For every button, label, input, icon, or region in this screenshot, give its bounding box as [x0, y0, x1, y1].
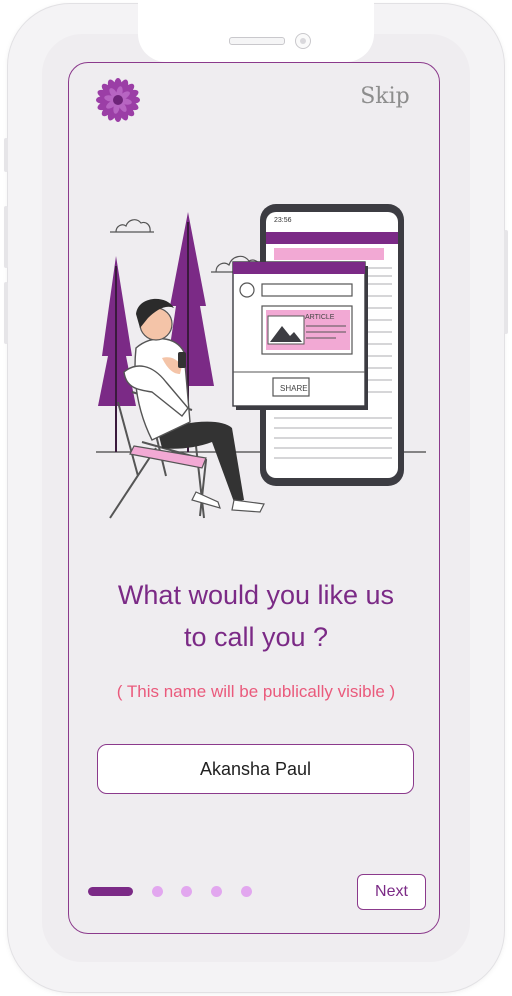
page-dot[interactable]	[152, 886, 163, 897]
title-line: to call you ?	[183, 622, 329, 652]
article-share-card: ARTICLE SHARE	[232, 261, 368, 410]
title-line: What would you like us	[117, 580, 395, 610]
speaker-grille	[229, 37, 285, 45]
onboarding-illustration: 23:56 ARTICLE SHARE	[96, 204, 426, 519]
purple-flower-icon	[96, 78, 140, 122]
share-label: SHARE	[280, 384, 308, 393]
phone-side-button	[4, 138, 8, 172]
phone-time: 23:56	[274, 217, 292, 224]
page-dot[interactable]	[211, 886, 222, 897]
page-dot-active	[88, 887, 133, 896]
page-dot[interactable]	[241, 886, 252, 897]
phone-side-button	[504, 230, 508, 334]
skip-button[interactable]: Skip	[350, 84, 420, 109]
next-button[interactable]: Next	[357, 874, 426, 910]
page-dot[interactable]	[181, 886, 192, 897]
name-input[interactable]	[97, 744, 414, 794]
front-camera	[295, 33, 311, 49]
page-title: What would you like us to call you ?	[82, 574, 430, 658]
article-label: ARTICLE	[305, 314, 335, 321]
phone-side-button	[4, 282, 8, 344]
cloud-icon	[110, 219, 154, 233]
tree-icon	[98, 256, 136, 452]
phone-notch	[138, 0, 374, 62]
phone-side-button	[4, 206, 8, 268]
visibility-note: ( This name will be publically visible )	[116, 682, 396, 701]
